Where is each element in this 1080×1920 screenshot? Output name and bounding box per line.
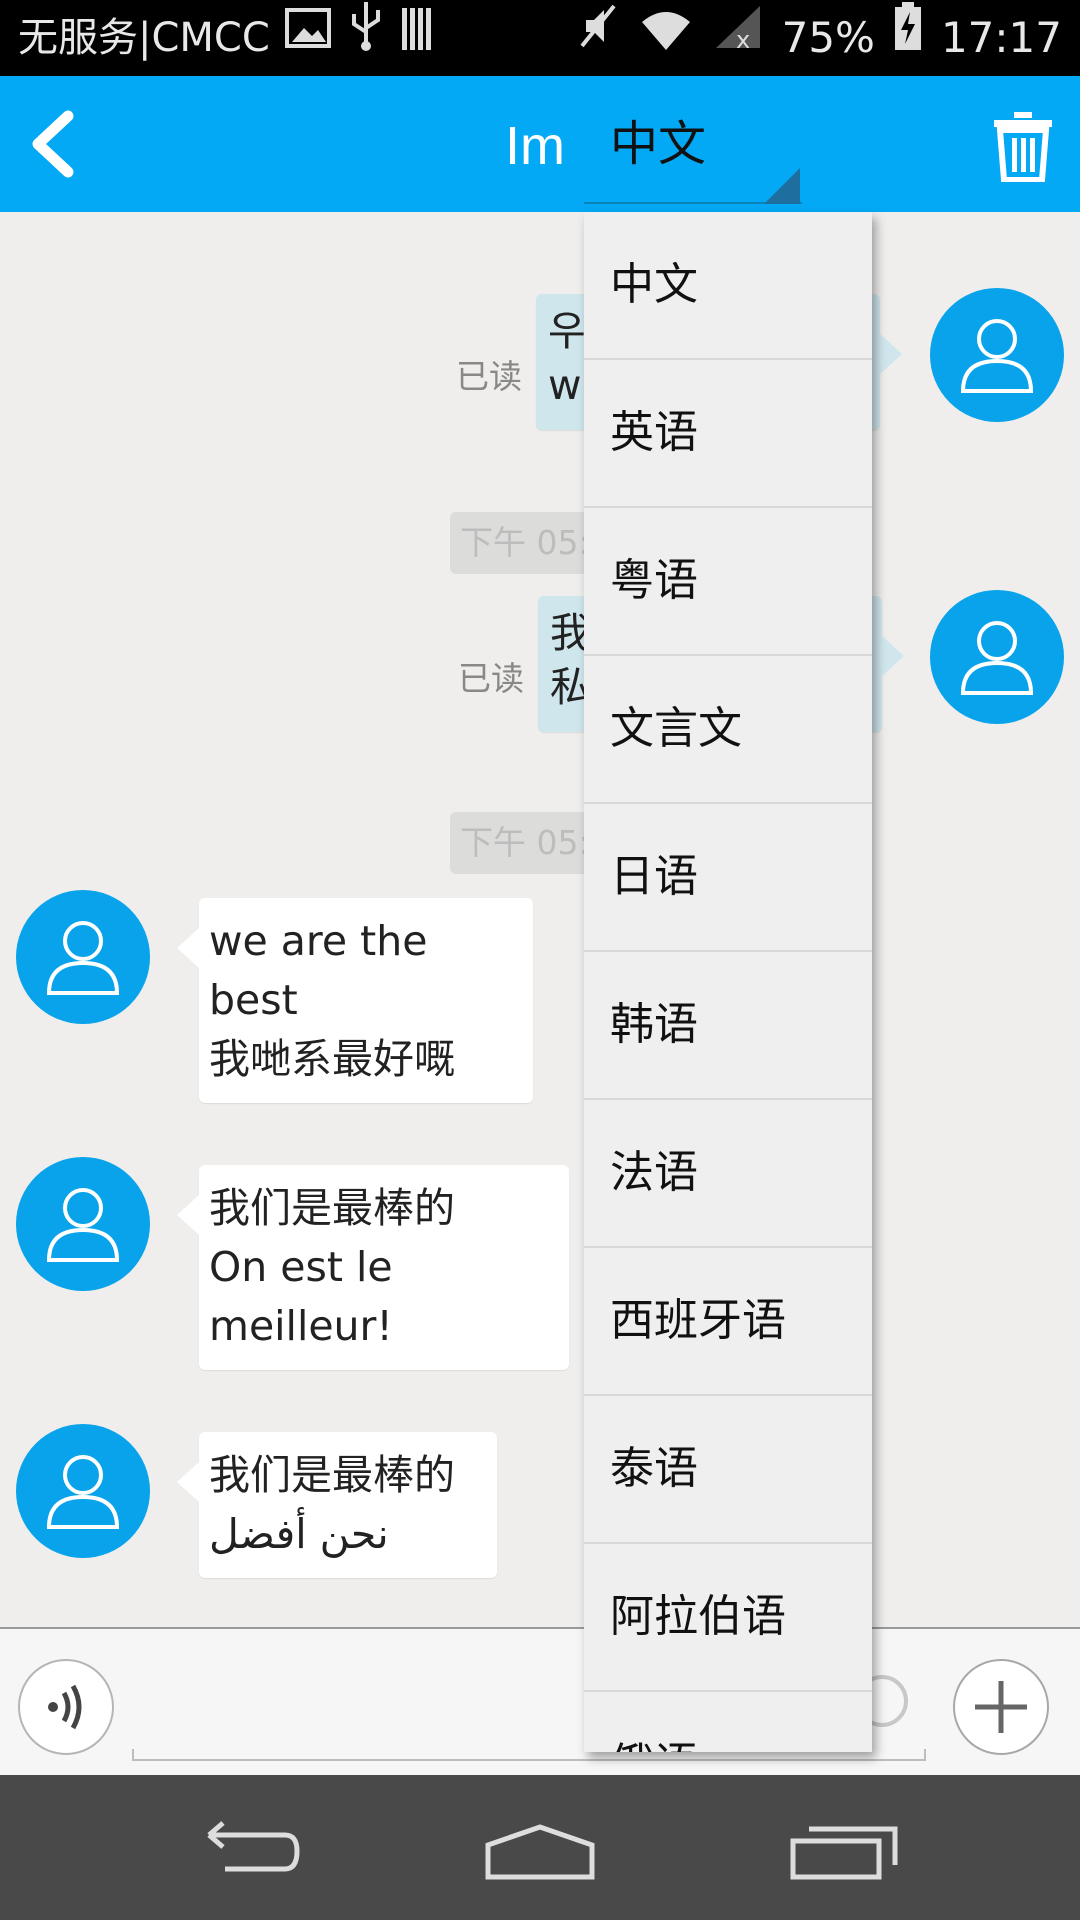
back-nav-icon [207, 1821, 300, 1872]
language-option[interactable]: 韩语 [584, 952, 872, 1100]
voice-input-button[interactable] [18, 1659, 114, 1755]
usb-icon [346, 0, 386, 76]
wifi-icon [638, 0, 694, 76]
delete-button[interactable] [990, 110, 1056, 183]
avatar[interactable] [16, 1424, 150, 1558]
avatar[interactable] [930, 288, 1064, 422]
back-button[interactable] [22, 106, 92, 182]
message-bubble[interactable]: 我们是最棒的 نحن أفضل [177, 1432, 497, 1578]
plus-icon [975, 1681, 1027, 1733]
read-receipt: 已读 [458, 659, 524, 698]
language-option[interactable]: 英语 [584, 360, 872, 508]
user-icon [960, 319, 1034, 393]
language-option[interactable]: 中文 [584, 212, 872, 360]
add-attachment-button[interactable] [953, 1659, 1049, 1755]
status-bar: 无服务|CMCC x 75% 17:17 [0, 0, 1080, 76]
nav-recent-apps-button[interactable] [785, 1815, 905, 1885]
voice-icon [48, 1684, 82, 1730]
back-arrow-icon [32, 110, 74, 178]
trash-icon [994, 112, 1052, 183]
spinner-corner-indicator [764, 168, 800, 204]
system-nav-bar [0, 1775, 1080, 1920]
barcode-icon [400, 0, 436, 76]
language-option[interactable]: 文言文 [584, 656, 872, 804]
nav-home-button[interactable] [480, 1815, 600, 1885]
language-option[interactable]: 日语 [584, 804, 872, 952]
language-dropdown-menu: 中文 英语 粤语 文言文 日语 韩语 法语 西班牙语 泰语 阿拉伯语 俄语 [584, 212, 872, 1752]
language-option[interactable]: 西班牙语 [584, 1248, 872, 1396]
image-notification-icon [284, 0, 332, 76]
user-icon [960, 621, 1034, 695]
user-icon [46, 1455, 120, 1529]
battery-charging-icon [893, 0, 923, 76]
language-option[interactable]: 粤语 [584, 508, 872, 656]
clock: 17:17 [940, 13, 1062, 62]
message-bubble[interactable]: we are the best 我哋系最好嘅 [177, 898, 533, 1103]
user-icon [46, 921, 120, 995]
avatar[interactable] [930, 590, 1064, 724]
language-option[interactable]: 俄语 [584, 1692, 872, 1752]
mute-icon [576, 0, 620, 76]
app-header: Im [0, 76, 1080, 212]
chat-message-list[interactable]: 已读 우 w 下午 05: 已读 我 私 下午 05: we are the b… [0, 212, 1080, 1627]
home-nav-icon [485, 1824, 595, 1880]
recent-apps-icon [790, 1826, 898, 1880]
language-option[interactable]: 法语 [584, 1100, 872, 1248]
carrier-label: 无服务|CMCC [18, 15, 270, 61]
read-receipt: 已读 [456, 357, 522, 396]
svg-text:x: x [736, 26, 750, 52]
avatar[interactable] [16, 1157, 150, 1291]
language-option[interactable]: 阿拉伯语 [584, 1544, 872, 1692]
page-title: Im [505, 116, 565, 176]
nav-back-button[interactable] [185, 1815, 305, 1885]
message-bubble[interactable]: 我们是最棒的 On est le meilleur! [177, 1165, 569, 1370]
language-option[interactable]: 泰语 [584, 1396, 872, 1544]
language-spinner[interactable]: 中文 [584, 76, 802, 204]
battery-percent: 75% [781, 13, 875, 62]
language-spinner-value: 中文 [610, 116, 707, 172]
signal-icon: x [712, 0, 764, 76]
input-bar [0, 1627, 1080, 1777]
avatar[interactable] [16, 890, 150, 1024]
user-icon [46, 1188, 120, 1262]
